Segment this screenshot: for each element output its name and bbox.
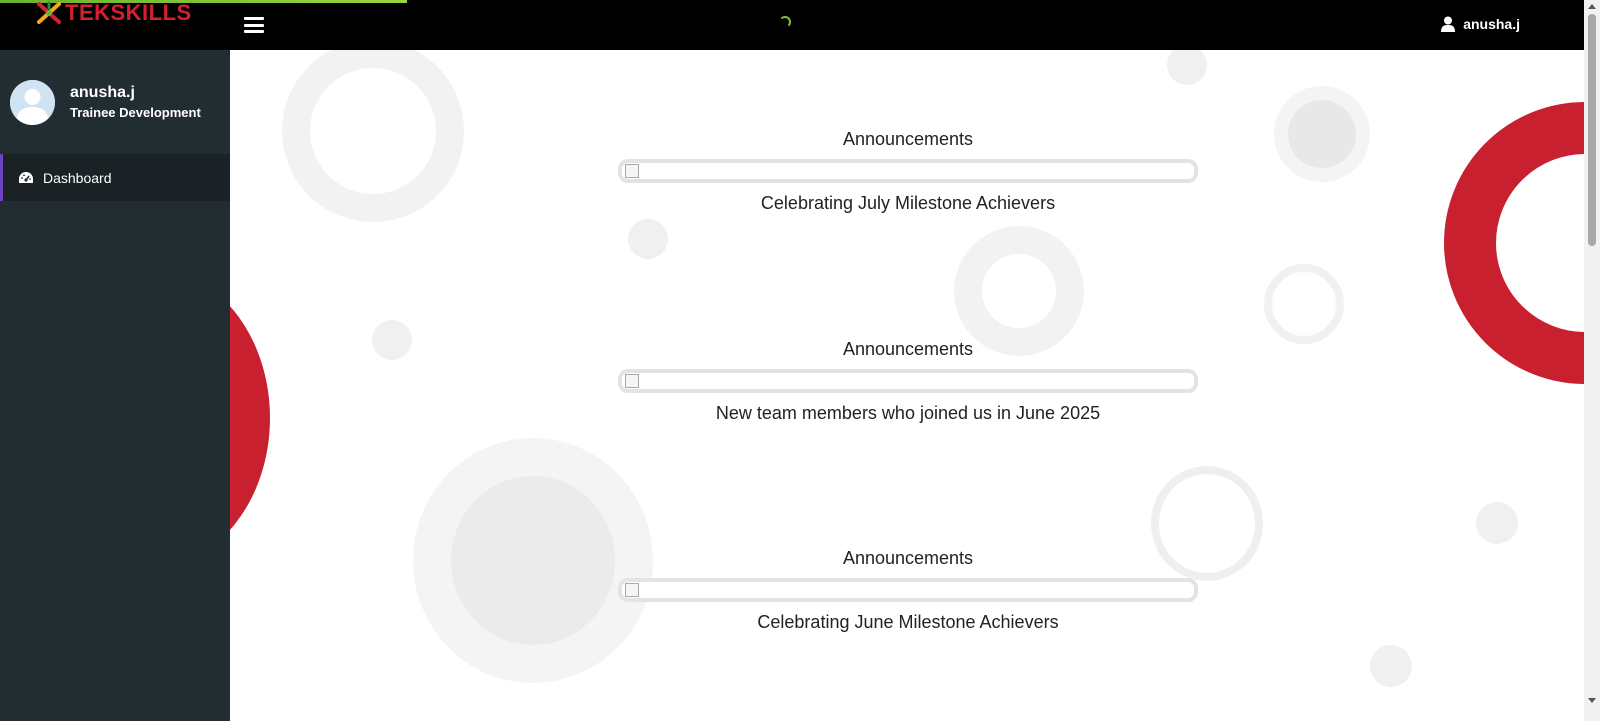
sidebar: anusha.j Trainee Development Dashboard	[0, 50, 230, 721]
scroll-up-arrow-icon[interactable]	[1588, 4, 1596, 9]
tekskills-logo[interactable]: TEKSKILLS	[36, 0, 192, 26]
decorative-ring	[1274, 86, 1370, 182]
broken-image-icon	[625, 374, 639, 388]
decorative-dot	[1167, 50, 1207, 85]
hamburger-icon-line	[244, 30, 264, 33]
announcement-caption: Celebrating July Milestone Achievers	[760, 193, 1056, 213]
announcement-image[interactable]	[618, 159, 1198, 183]
announcement-caption: New team members who joined us in June 2…	[715, 403, 1101, 423]
announcement-caption: Celebrating June Milestone Achievers	[757, 612, 1059, 632]
user-icon	[1441, 16, 1456, 32]
sidebar-user-role: Trainee Development	[70, 105, 201, 120]
decorative-dot	[372, 320, 412, 360]
announcement-card: Announcements New team members who joine…	[618, 337, 1198, 424]
announcement-title: Announcements	[842, 339, 974, 359]
logo-text: TEKSKILLS	[65, 0, 192, 25]
decorative-dot	[1370, 645, 1412, 687]
default-avatar-icon	[10, 79, 55, 125]
sidebar-user-panel: anusha.j Trainee Development	[0, 50, 230, 154]
loading-spinner-icon	[779, 16, 791, 28]
decorative-dot	[1476, 502, 1518, 544]
hamburger-icon-line	[244, 23, 264, 27]
announcement-title: Announcements	[842, 548, 974, 568]
decorative-ring	[282, 50, 464, 222]
announcement-card: Announcements Celebrating July Milestone…	[618, 127, 1198, 214]
dashboard-icon	[19, 171, 33, 183]
sidebar-item-dashboard[interactable]: Dashboard	[0, 154, 230, 201]
announcement-title: Announcements	[842, 129, 974, 149]
broken-image-icon	[625, 583, 639, 597]
broken-image-icon	[625, 164, 639, 178]
scrollbar-thumb[interactable]	[1588, 14, 1596, 246]
decorative-ring	[413, 438, 653, 683]
decorative-red-ring	[1444, 102, 1584, 384]
announcement-card: Announcements Celebrating June Milestone…	[618, 546, 1198, 633]
logo-mark-icon	[37, 1, 61, 24]
sidebar-item-label: Dashboard	[43, 169, 112, 186]
decorative-red-half-circle	[230, 268, 270, 568]
decorative-dot	[628, 219, 668, 259]
user-menu-name: anusha.j	[1463, 16, 1520, 32]
announcement-image[interactable]	[618, 578, 1198, 602]
decorative-ring	[1264, 264, 1344, 344]
top-navbar: TEKSKILLS anusha.j	[0, 0, 1584, 50]
scroll-down-arrow-icon[interactable]	[1588, 698, 1596, 703]
avatar	[10, 79, 55, 125]
announcement-image[interactable]	[618, 369, 1198, 393]
sidebar-user-name: anusha.j	[70, 84, 135, 101]
user-menu[interactable]: anusha.j	[1441, 16, 1520, 32]
hamburger-icon-line	[244, 17, 264, 20]
vertical-scrollbar[interactable]	[1584, 0, 1600, 721]
main-content: Announcements Celebrating July Milestone…	[230, 50, 1584, 721]
menu-toggle-button[interactable]	[244, 17, 264, 33]
